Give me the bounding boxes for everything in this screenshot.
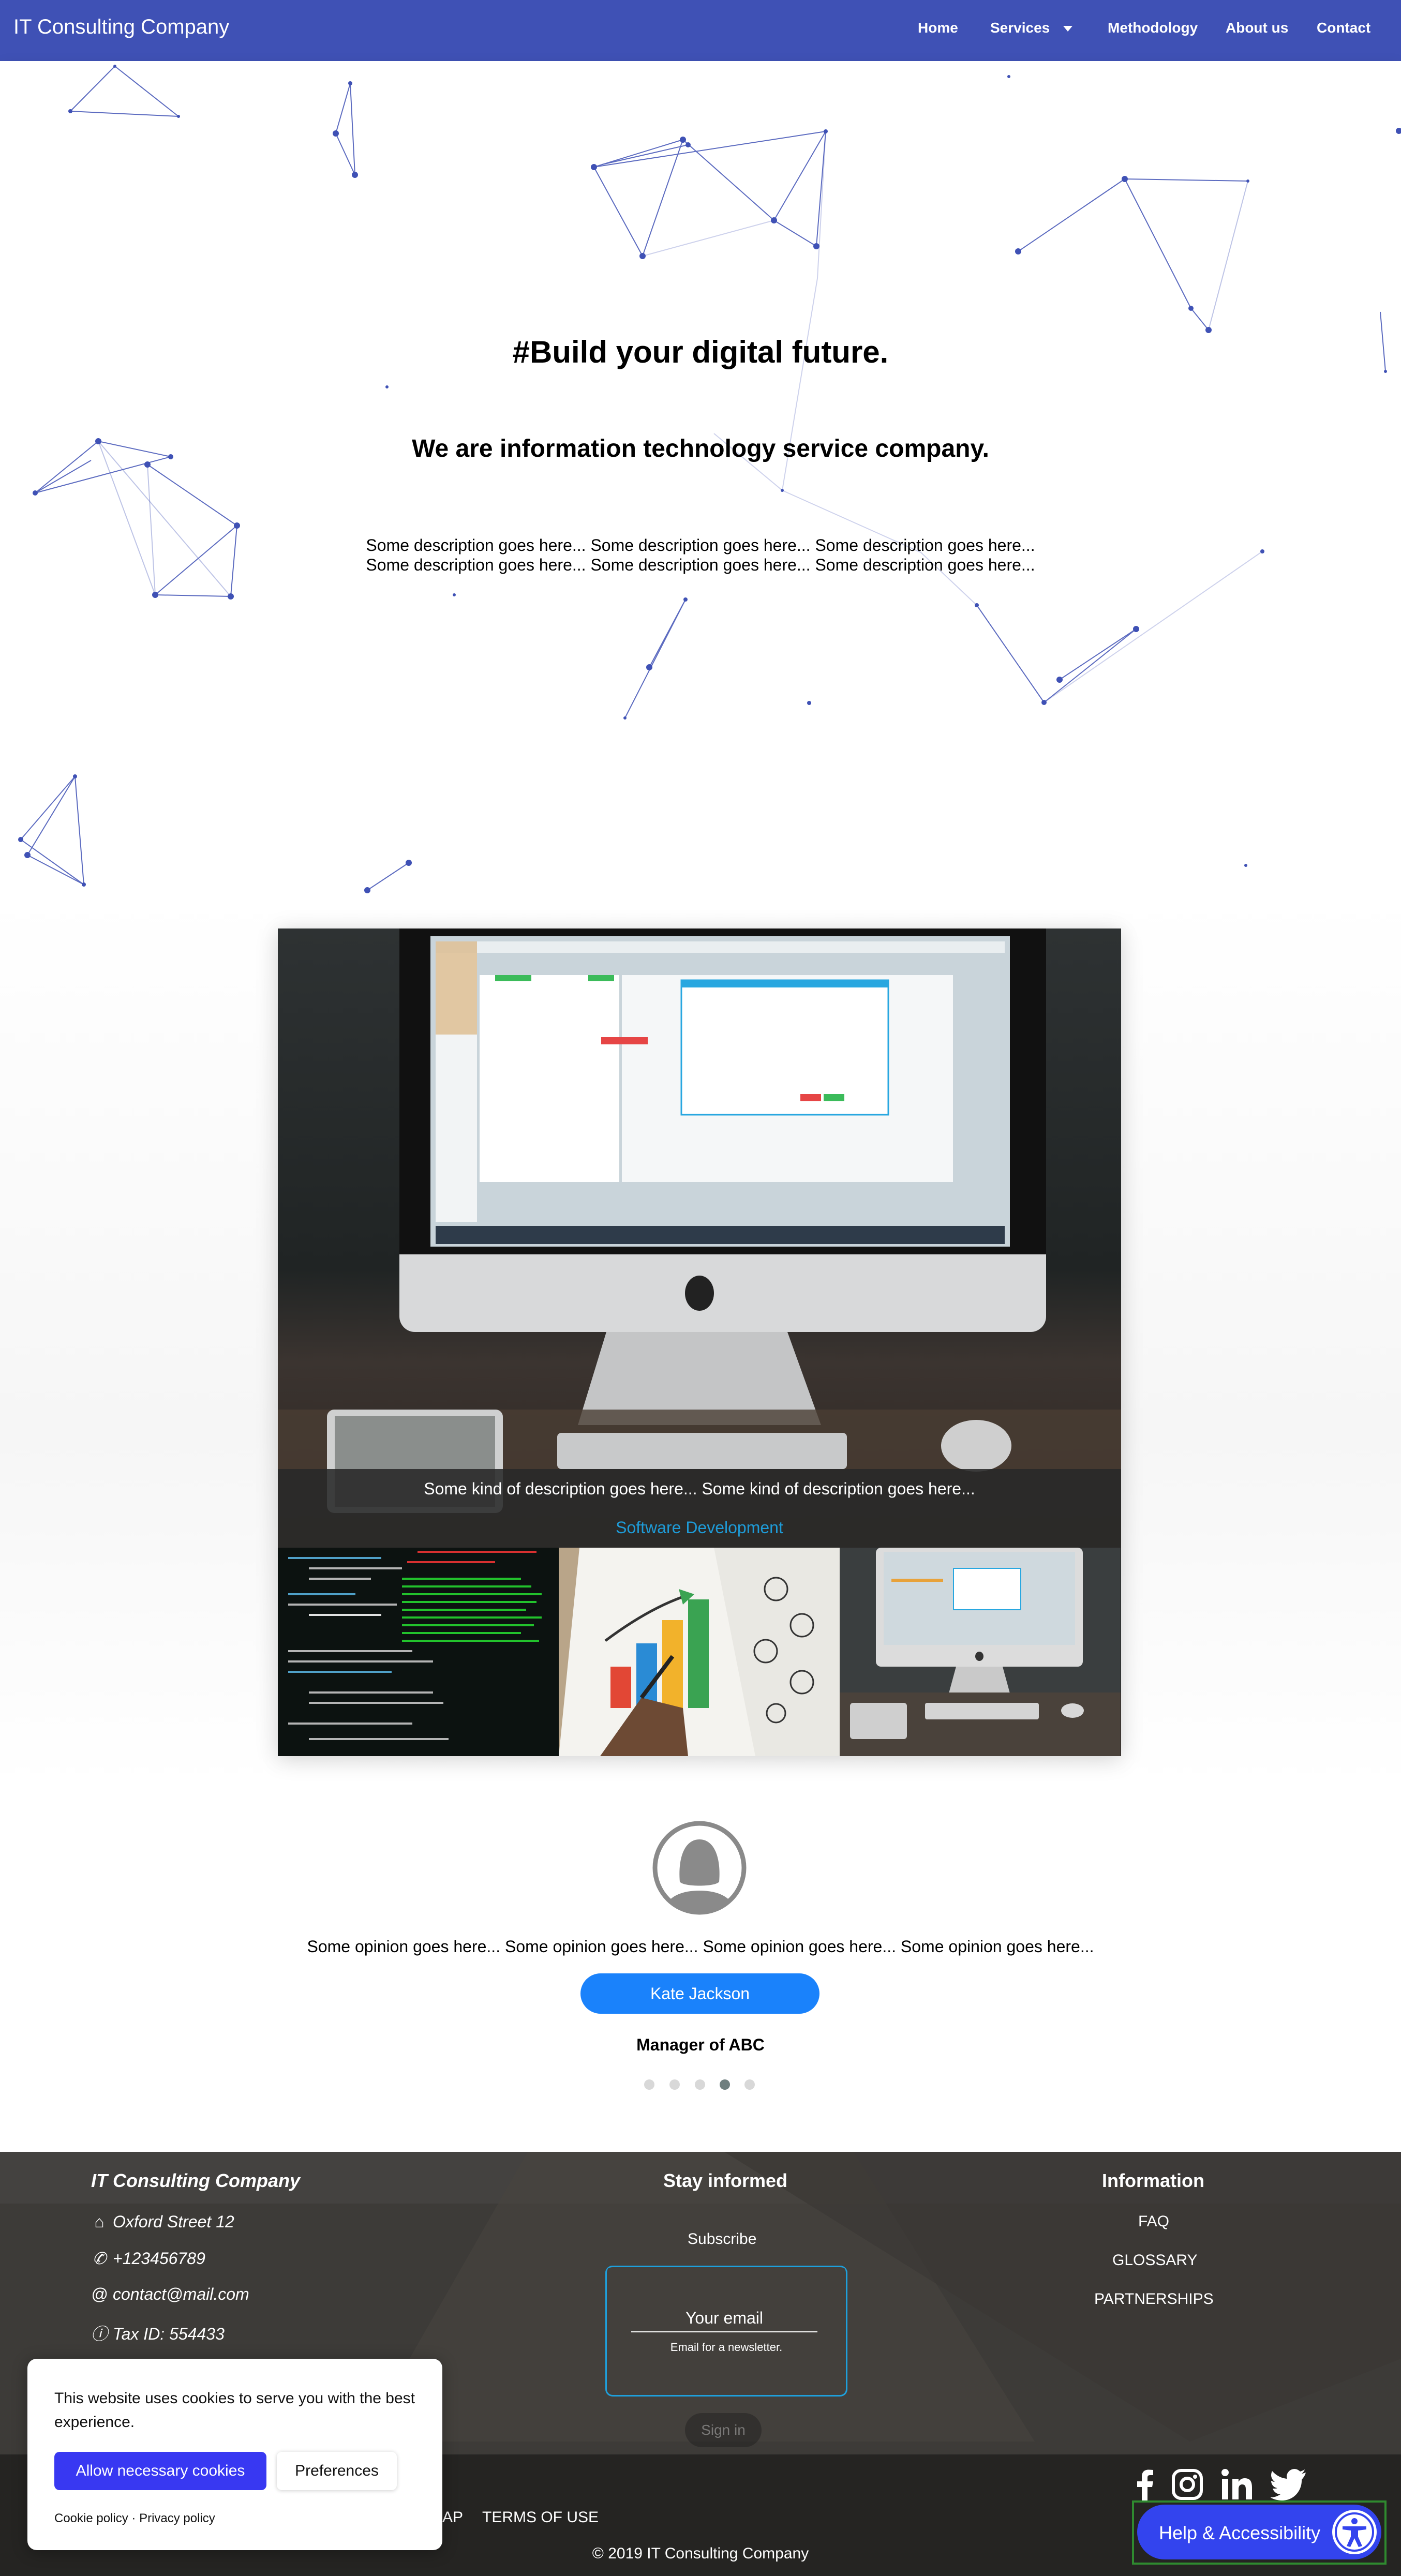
slide-category-link[interactable]: Software Development (278, 1518, 1121, 1537)
footer-link-glossary[interactable]: GLOSSARY (1112, 2252, 1198, 2269)
testimonial-opinion: Some opinion goes here... Some opinion g… (307, 1937, 1094, 1956)
newsletter-signin-button[interactable]: Sign in (685, 2413, 762, 2447)
carousel-dot-1[interactable] (644, 2079, 654, 2090)
nav-about[interactable]: About us (1226, 20, 1288, 36)
nav-services-label: Services (990, 20, 1050, 36)
footer-email[interactable]: @ contact@mail.com (91, 2285, 249, 2304)
carousel-dot-4[interactable] (720, 2079, 730, 2090)
facebook-icon[interactable] (1129, 2468, 1161, 2500)
carousel-dot-2[interactable] (669, 2079, 680, 2090)
at-icon: @ (91, 2285, 108, 2303)
chevron-down-icon (1063, 26, 1073, 32)
carousel-dot-3[interactable] (695, 2079, 705, 2090)
footer-link-sitemap[interactable]: AP (442, 2509, 463, 2526)
avatar-placeholder-icon (648, 1821, 751, 1915)
testimonial-role: Manager of ABC (636, 2035, 765, 2054)
footer-tax: ⓘ Tax ID: 554433 (91, 2321, 225, 2345)
brand-logo[interactable]: IT Consulting Company (13, 16, 229, 39)
newsletter-email-input[interactable] (631, 2304, 817, 2332)
information-heading: Information (1102, 2170, 1204, 2191)
linkedin-icon[interactable] (1221, 2468, 1253, 2500)
allow-necessary-cookies-button[interactable]: Allow necessary cookies (54, 2452, 266, 2490)
chart-notebook-image (559, 1548, 840, 1756)
subscribe-label: Subscribe (688, 2230, 757, 2248)
network-background (18, 65, 1401, 893)
info-icon: ⓘ (91, 2325, 108, 2343)
hero-description-line-1: Some description goes here... Some descr… (366, 536, 1035, 555)
footer-company-name: IT Consulting Company (91, 2170, 300, 2191)
top-navbar: IT Consulting Company Home Services Meth… (0, 0, 1401, 61)
cookie-links-separator: · (128, 2511, 140, 2525)
imac-illustration (278, 928, 1121, 1548)
cookie-links: Cookie policy · Privacy policy (54, 2511, 215, 2526)
hero-section: #Build your digital future. We are infor… (0, 61, 1401, 896)
nav-methodology[interactable]: Methodology (1108, 20, 1198, 36)
thumbnail-chart-notebook[interactable] (559, 1548, 840, 1756)
twitter-icon[interactable] (1271, 2468, 1307, 2500)
hero-description-line-2: Some description goes here... Some descr… (366, 556, 1035, 574)
thumbnail-code-screen[interactable] (278, 1548, 559, 1756)
phone-icon: ✆ (92, 2249, 107, 2268)
cookie-policy-link[interactable]: Cookie policy (54, 2511, 128, 2525)
nav-contact[interactable]: Contact (1317, 20, 1370, 36)
nav-home[interactable]: Home (918, 20, 958, 36)
footer-link-terms[interactable]: TERMS OF USE (482, 2509, 599, 2526)
cookie-preferences-button[interactable]: Preferences (277, 2452, 397, 2490)
cookie-message: This website uses cookies to serve you w… (54, 2390, 415, 2431)
hero-subtitle: We are information technology service co… (412, 435, 989, 462)
code-screen-image (278, 1548, 559, 1756)
nav-services[interactable]: Services (990, 20, 1073, 36)
footer-phone-text: +123456789 (113, 2249, 205, 2268)
image-gallery: Some kind of description goes here... So… (278, 928, 1121, 1756)
home-icon: ⌂ (94, 2212, 105, 2231)
imac-desk-image (840, 1548, 1121, 1756)
hero-title: #Build your digital future. (512, 335, 889, 369)
cookie-banner: This website uses cookies to serve you w… (27, 2359, 442, 2550)
help-accessibility-label: Help & Accessibility (1159, 2522, 1321, 2543)
carousel-dot-5[interactable] (744, 2079, 755, 2090)
footer-email-text: contact@mail.com (113, 2285, 249, 2303)
footer-link-faq[interactable]: FAQ (1138, 2213, 1169, 2230)
slide-caption: Some kind of description goes here... So… (424, 1479, 975, 1498)
testimonial-person-button[interactable]: Kate Jackson (580, 1973, 819, 2014)
footer-link-partnerships[interactable]: PARTNERSHIPS (1094, 2290, 1214, 2308)
stay-informed-heading: Stay informed (663, 2170, 788, 2191)
instagram-icon[interactable] (1171, 2468, 1203, 2500)
privacy-policy-link[interactable]: Privacy policy (139, 2511, 215, 2525)
footer-address: ⌂ Oxford Street 12 (91, 2212, 234, 2231)
thumbnail-imac-desk[interactable] (840, 1548, 1121, 1756)
accessibility-icon (1332, 2510, 1377, 2554)
footer-address-text: Oxford Street 12 (113, 2212, 234, 2231)
newsletter-email-help: Email for a newsletter. (670, 2341, 783, 2354)
subscribe-card-top-border (605, 2266, 847, 2274)
footer-tax-text: Tax ID: 554433 (113, 2325, 225, 2343)
main-slide-image[interactable] (278, 928, 1121, 1548)
footer-phone[interactable]: ✆ +123456789 (91, 2249, 205, 2268)
